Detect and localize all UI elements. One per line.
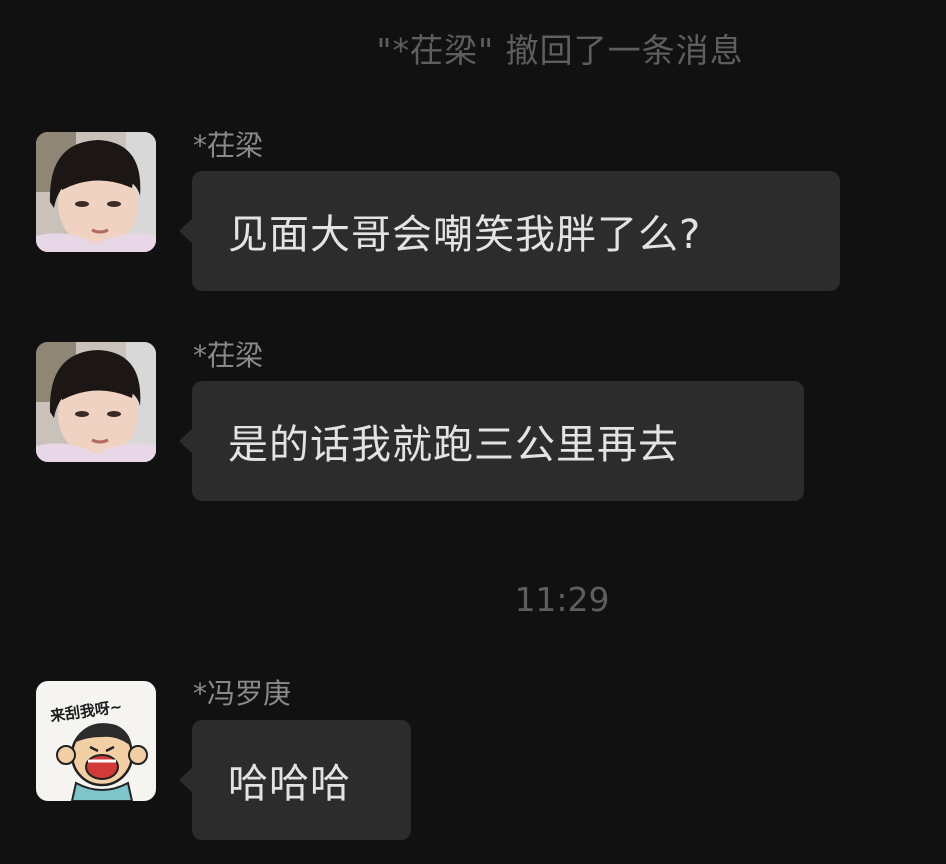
message-text: 哈哈哈 [228,761,351,807]
cartoon-sticker-icon: 来刮我呀~ [36,681,156,801]
sender-avatar[interactable] [36,342,156,462]
message-bubble[interactable]: 哈哈哈 [179,720,411,840]
message-bubble[interactable]: 是的话我就跑三公里再去 [179,381,804,501]
sender-avatar[interactable] [36,132,156,252]
girl-avatar-icon [36,342,156,462]
sender-name: *茌梁 [193,129,264,162]
timestamp: 11:29 [514,580,610,619]
sender-name: *冯罗庚 [193,677,292,710]
recall-notice: "*茌梁" 撤回了一条消息 [376,31,744,70]
girl-avatar-icon [36,132,156,252]
message-text: 见面大哥会嘲笑我胖了么? [228,212,702,258]
message-bubble[interactable]: 见面大哥会嘲笑我胖了么? [179,171,840,291]
message-text: 是的话我就跑三公里再去 [228,422,679,468]
sender-name: *茌梁 [193,339,264,372]
sender-avatar[interactable]: 来刮我呀~ [36,681,156,801]
